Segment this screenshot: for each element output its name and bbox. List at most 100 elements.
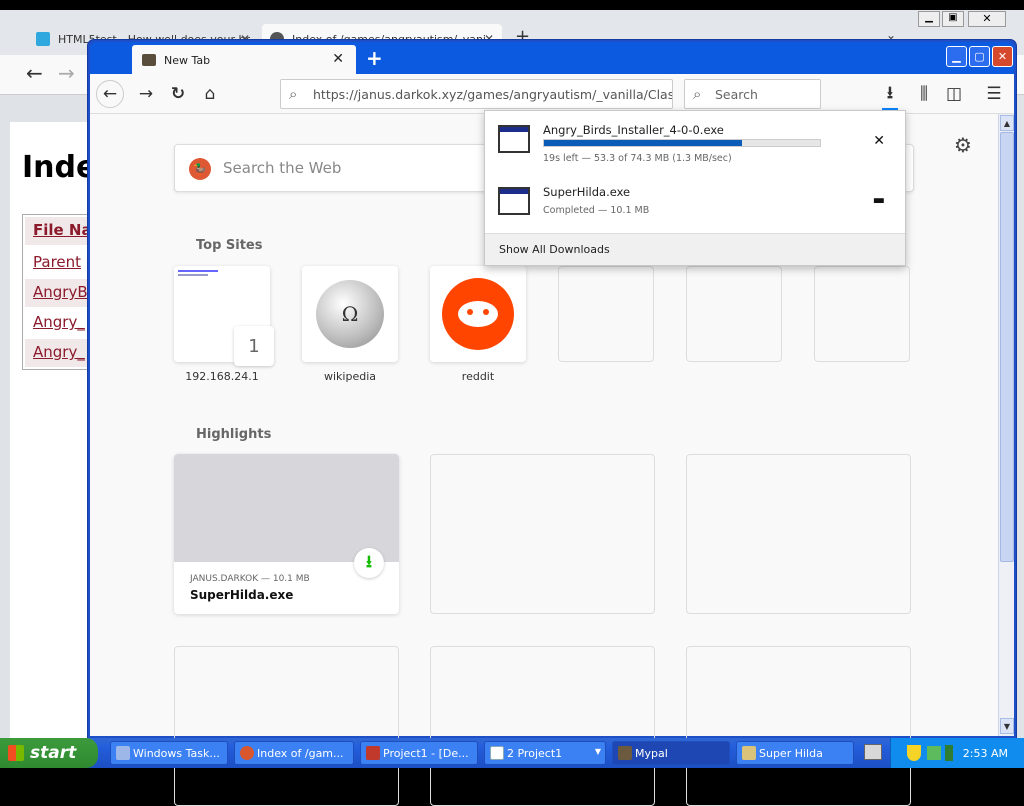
start-label: start (30, 743, 77, 763)
wikipedia-globe-icon: Ω (316, 280, 384, 348)
library-icon[interactable]: ⫼ (910, 80, 938, 108)
navigation-toolbar: ← → ↻ ⌂ ⌕ https://janus.darkok.xyz/games… (90, 74, 1014, 114)
scroll-up-icon[interactable]: ▲ (1000, 115, 1014, 131)
scroll-thumb[interactable] (1000, 132, 1014, 562)
mypal-icon (142, 54, 156, 66)
tab-title: New Tab (164, 53, 211, 67)
folder-icon[interactable]: ▬ (873, 193, 885, 208)
minimize-button[interactable]: ▁ (918, 11, 940, 27)
security-shield-icon[interactable] (907, 745, 921, 761)
task-manager-icon (116, 746, 130, 760)
site-thumbnail (178, 274, 208, 276)
task-super-hilda[interactable]: Super Hilda (736, 741, 854, 765)
empty-highlight-slot (430, 646, 655, 806)
highlight-thumbnail (174, 454, 399, 562)
maximize-button[interactable]: ▢ (969, 46, 990, 67)
highlight-card[interactable]: ⭳ JANUS.DARKOK — 10.1 MB SuperHilda.exe (174, 454, 399, 614)
top-site-label: 192.168.24.1 (185, 370, 259, 383)
close-button[interactable]: ✕ (968, 11, 1006, 27)
task-project1-design[interactable]: Project1 - [De... (360, 741, 478, 765)
search-input[interactable]: ⌕ Search (684, 79, 821, 109)
highlight-source: JANUS.DARKOK — 10.1 MB (190, 574, 310, 584)
download-item[interactable]: SuperHilda.exe Completed — 10.1 MB ▬ (485, 175, 905, 229)
window-icon (490, 746, 504, 760)
task-windows-task-manager[interactable]: Windows Task... (110, 741, 228, 765)
back-arrow-icon[interactable]: ← (96, 80, 124, 108)
empty-top-site-slot (558, 266, 654, 362)
gear-icon[interactable]: ⚙ (954, 133, 972, 157)
battery-icon[interactable] (945, 745, 953, 761)
keyboard-icon[interactable] (864, 744, 882, 760)
download-progress-fill (544, 140, 742, 146)
site-thumbnail (178, 270, 218, 272)
tab-strip: New Tab ✕ + ▁ ▢ ✕ (90, 42, 1014, 75)
task-label: Project1 - [De... (383, 746, 469, 760)
close-button[interactable]: ✕ (992, 46, 1013, 67)
sidebar-icon[interactable]: ◫ (940, 80, 968, 108)
search-icon: ⌕ (289, 85, 298, 103)
download-name: Angry_Birds_Installer_4-0-0.exe (543, 123, 724, 137)
downloads-panel: Angry_Birds_Installer_4-0-0.exe 19s left… (484, 110, 906, 266)
new-tab-plus-icon[interactable]: + (366, 46, 383, 70)
clock[interactable]: 2:53 AM (963, 747, 1008, 760)
top-site-tile-wikipedia[interactable]: Ω (302, 266, 398, 362)
web-search-placeholder: Search the Web (223, 159, 342, 177)
chevron-down-icon: ▼ (594, 747, 601, 756)
table-row[interactable]: AngryB (33, 283, 88, 301)
empty-top-site-slot (814, 266, 910, 362)
mypal-icon (618, 746, 632, 760)
empty-highlight-slot (174, 646, 399, 806)
super-hilda-icon (742, 746, 756, 760)
taskbar: start Windows Task... Index of /gam... P… (0, 738, 1024, 768)
download-status: 19s left — 53.3 of 74.3 MB (1.3 MB/sec) (543, 153, 732, 164)
back-arrow-icon[interactable]: ← (26, 61, 43, 85)
exe-file-icon (498, 187, 530, 215)
task-label: Windows Task... (133, 746, 220, 760)
download-status: Completed — 10.1 MB (543, 205, 650, 216)
duckduckgo-icon: 🦆 (189, 158, 211, 180)
highlight-title: SuperHilda.exe (190, 588, 294, 602)
search-placeholder: Search (715, 86, 758, 102)
table-row[interactable]: Angry_ (33, 313, 85, 331)
task-index-of[interactable]: Index of /gam... (234, 741, 354, 765)
empty-top-site-slot (686, 266, 782, 362)
start-button[interactable]: start (0, 738, 98, 768)
maximize-button[interactable]: ▣ (942, 11, 964, 27)
download-item[interactable]: Angry_Birds_Installer_4-0-0.exe 19s left… (485, 113, 905, 167)
windows-logo-icon (8, 745, 24, 761)
empty-highlight-slot (686, 646, 911, 806)
scroll-down-icon[interactable]: ▼ (1000, 718, 1014, 734)
highlights-heading: Highlights (196, 427, 272, 442)
task-project1-group[interactable]: 2 Project1 ▼ (484, 741, 606, 765)
show-all-downloads-button[interactable]: Show All Downloads (485, 233, 905, 265)
top-site-label: wikipedia (323, 370, 376, 383)
top-site-tile[interactable]: 1 (174, 266, 274, 366)
table-header[interactable]: File Na (33, 221, 92, 239)
hamburger-menu-icon[interactable]: ☰ (980, 80, 1008, 108)
table-row[interactable]: Parent (33, 253, 81, 271)
close-icon[interactable]: ✕ (332, 51, 344, 67)
downloads-arrow-icon[interactable]: ⭳ (876, 80, 904, 108)
forward-arrow-icon[interactable]: → (132, 80, 160, 108)
site-badge: 1 (234, 326, 274, 366)
task-label: Index of /gam... (257, 746, 344, 760)
forward-arrow-icon[interactable]: → (58, 61, 75, 85)
home-icon[interactable]: ⌂ (196, 80, 224, 108)
top-site-label: reddit (461, 370, 495, 383)
task-label: 2 Project1 (507, 746, 563, 760)
task-label: Mypal (635, 746, 668, 760)
task-mypal[interactable]: Mypal (612, 741, 730, 765)
download-name: SuperHilda.exe (543, 185, 631, 199)
download-progress-bar (543, 139, 821, 147)
tab-new-tab[interactable]: New Tab ✕ (132, 45, 356, 75)
network-icon[interactable] (927, 746, 941, 760)
url-bar[interactable]: ⌕ https://janus.darkok.xyz/games/angryau… (280, 79, 673, 109)
top-site-tile-reddit[interactable] (430, 266, 526, 362)
download-arrow-icon: ⭳ (354, 548, 384, 578)
table-row[interactable]: Angry_ (33, 343, 85, 361)
reload-icon[interactable]: ↻ (164, 80, 192, 108)
close-icon[interactable]: ✕ (873, 133, 885, 149)
html5-icon (36, 32, 50, 46)
minimize-button[interactable]: ▁ (946, 46, 967, 67)
vertical-scrollbar[interactable]: ▲ ▼ (998, 114, 1014, 736)
